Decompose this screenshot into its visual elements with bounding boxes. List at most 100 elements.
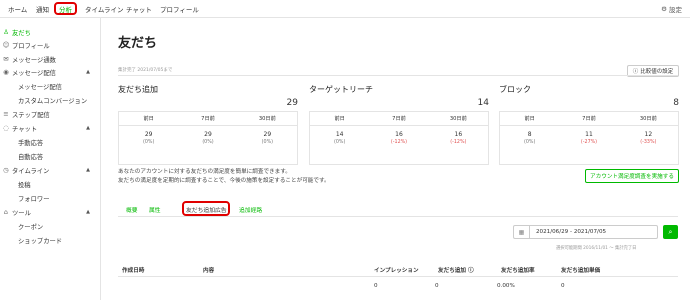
broadcast-icon: ◉ bbox=[3, 68, 9, 76]
nav-timeline[interactable]: タイムライン bbox=[85, 4, 124, 14]
calendar-icon: ▦ bbox=[514, 226, 530, 238]
satisfaction-description: あなたのアカウントに対する友だちの満足度を簡単に調査できます。 友だちの満足度を… bbox=[118, 168, 330, 186]
card-value: 16 bbox=[395, 131, 403, 138]
tab-add-routes[interactable]: 追加経路 bbox=[239, 205, 262, 214]
card-table-header: 前日 7日前 30日前 bbox=[310, 112, 488, 126]
friend-ads-tab-highlight-box bbox=[182, 201, 230, 216]
card-value: 8 bbox=[527, 131, 532, 138]
sidebar-item-label: ステップ配信 bbox=[12, 111, 50, 119]
card-table: 前日 7日前 30日前 14 (0%) 16 (-12%) 16 (-12%) bbox=[309, 111, 489, 165]
tool-icon: ⌂ bbox=[3, 208, 9, 216]
sidebar-item-friends[interactable]: ♙ 友だち bbox=[0, 26, 100, 38]
card-cell: 8 (0%) bbox=[500, 130, 559, 146]
sidebar-item-label: 投稿 bbox=[18, 181, 31, 189]
sidebar-subitem-coupon[interactable]: クーポン bbox=[0, 220, 100, 232]
sidebar-subitem-auto-reply[interactable]: 自動応答 bbox=[0, 150, 100, 162]
card-total: 29 bbox=[286, 98, 298, 108]
sidebar-item-label: カスタムコンバージョン bbox=[18, 97, 88, 105]
sidebar-item-profile[interactable]: ☺ プロフィール bbox=[0, 39, 100, 51]
sidebar-item-message-delivery[interactable]: ◉ メッセージ配信 ▲ bbox=[0, 66, 100, 78]
card-table-header: 前日 7日前 30日前 bbox=[500, 112, 678, 126]
card-percent: (0%) bbox=[142, 140, 155, 145]
nav-notifications[interactable]: 通知 bbox=[36, 4, 49, 14]
sidebar-subitem-message-delivery[interactable]: メッセージ配信 bbox=[0, 80, 100, 92]
column-header: 30日前 bbox=[449, 116, 467, 122]
card-cell: 29 (0%) bbox=[178, 130, 237, 146]
divider bbox=[118, 75, 678, 76]
analytics-highlight-box bbox=[54, 2, 77, 15]
card-value: 29 bbox=[263, 131, 272, 138]
card-title: 友だち追加 bbox=[118, 85, 158, 94]
sidebar-subitem-custom-conversion[interactable]: カスタムコンバージョン bbox=[0, 94, 100, 106]
description-line: 友だちの満足度を定期的に調査することで、今後の施策を設定することが可能です。 bbox=[118, 178, 330, 184]
caret-up-icon: ▲ bbox=[86, 69, 90, 75]
card-cell: 14 (0%) bbox=[310, 130, 369, 146]
table-cell-cost-per-add: 0 bbox=[561, 283, 565, 289]
caret-up-icon: ▲ bbox=[86, 167, 90, 173]
sidebar-item-label: ツール bbox=[12, 209, 31, 217]
card-total: 14 bbox=[477, 98, 489, 108]
compare-button-label: 比較値の設定 bbox=[640, 69, 674, 75]
step-icon: ≡ bbox=[3, 110, 9, 118]
card-percent: (-12%) bbox=[390, 140, 408, 145]
ads-table-header: 作成日時 内容 インプレッション 友だち追加 ⓘ 友だち追加率 友だち追加単価 bbox=[118, 262, 678, 277]
column-header-friends-added: 友だち追加 ⓘ bbox=[438, 266, 474, 274]
info-icon[interactable]: ⓘ bbox=[468, 268, 474, 274]
sidebar-item-chat[interactable]: ◌ チャット ▲ bbox=[0, 122, 100, 134]
sidebar-item-label: フォロワー bbox=[18, 195, 50, 203]
nav-chat[interactable]: チャット bbox=[126, 4, 152, 14]
table-cell-impressions: 0 bbox=[374, 283, 378, 289]
card-cell: 29 (0%) bbox=[238, 130, 297, 146]
satisfaction-survey-button[interactable]: アカウント満足度調査を実施する bbox=[585, 169, 679, 183]
settings-link[interactable]: ⚙ 設定 bbox=[661, 4, 682, 14]
sidebar-item-message-count[interactable]: ✉ メッセージ通数 bbox=[0, 53, 100, 65]
card-table-body: 29 (0%) 29 (0%) 29 (0%) bbox=[119, 130, 297, 146]
card-total: 8 bbox=[673, 98, 679, 108]
mail-icon: ✉ bbox=[3, 55, 9, 63]
caret-up-icon: ▲ bbox=[86, 125, 90, 131]
sidebar-subitem-posts[interactable]: 投稿 bbox=[0, 178, 100, 190]
sidebar-item-tools[interactable]: ⌂ ツール ▲ bbox=[0, 206, 100, 218]
column-header: 前日 bbox=[334, 116, 345, 122]
card-table-header: 前日 7日前 30日前 bbox=[119, 112, 297, 126]
table-cell-friends-added: 0 bbox=[435, 283, 439, 289]
date-range-input[interactable]: ▦ 2021/06/29 - 2021/07/05 bbox=[513, 225, 658, 239]
column-header: 7日前 bbox=[582, 116, 596, 122]
tab-overview[interactable]: 概要 bbox=[126, 205, 138, 214]
sidebar-item-label: 友だち bbox=[12, 29, 31, 37]
card-percent: (0%) bbox=[333, 140, 346, 145]
column-header-label: 友だち追加 bbox=[438, 268, 466, 274]
search-button[interactable]: ⌕ bbox=[663, 225, 678, 239]
sidebar-item-label: 自動応答 bbox=[18, 153, 44, 161]
sidebar-item-step-delivery[interactable]: ≡ ステップ配信 bbox=[0, 108, 100, 120]
profile-icon: ☺ bbox=[2, 41, 10, 49]
sidebar-item-label: メッセージ通数 bbox=[12, 56, 56, 64]
card-value: 29 bbox=[204, 131, 212, 138]
card-cell: 12 (-33%) bbox=[619, 130, 678, 146]
tab-attributes[interactable]: 属性 bbox=[149, 205, 161, 214]
card-cell: 16 (-12%) bbox=[429, 130, 488, 146]
card-value: 12 bbox=[644, 131, 653, 138]
sidebar-item-label: タイムライン bbox=[12, 167, 50, 175]
info-icon: ⓘ bbox=[632, 69, 639, 75]
sidebar-item-timeline[interactable]: ◷ タイムライン ▲ bbox=[0, 164, 100, 176]
card-percent: (0%) bbox=[202, 140, 214, 145]
card-value: 29 bbox=[144, 131, 153, 138]
column-header: 30日前 bbox=[639, 116, 657, 122]
sidebar-subitem-manual-reply[interactable]: 手動応答 bbox=[0, 136, 100, 148]
column-header: 30日前 bbox=[258, 116, 276, 122]
chat-icon: ◌ bbox=[3, 124, 9, 132]
page-title: 友だち bbox=[118, 36, 158, 51]
card-table-body: 14 (0%) 16 (-12%) 16 (-12%) bbox=[310, 130, 488, 146]
card-cell: 16 (-12%) bbox=[369, 130, 428, 146]
sidebar-item-label: チャット bbox=[12, 125, 38, 133]
sidebar-subitem-shop-card[interactable]: ショップカード bbox=[0, 234, 100, 246]
card-cell: 29 (0%) bbox=[119, 130, 178, 146]
sidebar-subitem-followers[interactable]: フォロワー bbox=[0, 192, 100, 204]
card-percent: (-33%) bbox=[640, 140, 657, 145]
nav-home[interactable]: ホーム bbox=[8, 4, 27, 14]
sidebar: ♙ 友だち ☺ プロフィール ✉ メッセージ通数 ◉ メッセージ配信 ▲ メッセ… bbox=[0, 18, 101, 300]
card-table-body: 8 (0%) 11 (-27%) 12 (-33%) bbox=[500, 130, 678, 146]
sidebar-item-label: クーポン bbox=[18, 223, 44, 231]
nav-profile[interactable]: プロフィール bbox=[160, 4, 199, 14]
